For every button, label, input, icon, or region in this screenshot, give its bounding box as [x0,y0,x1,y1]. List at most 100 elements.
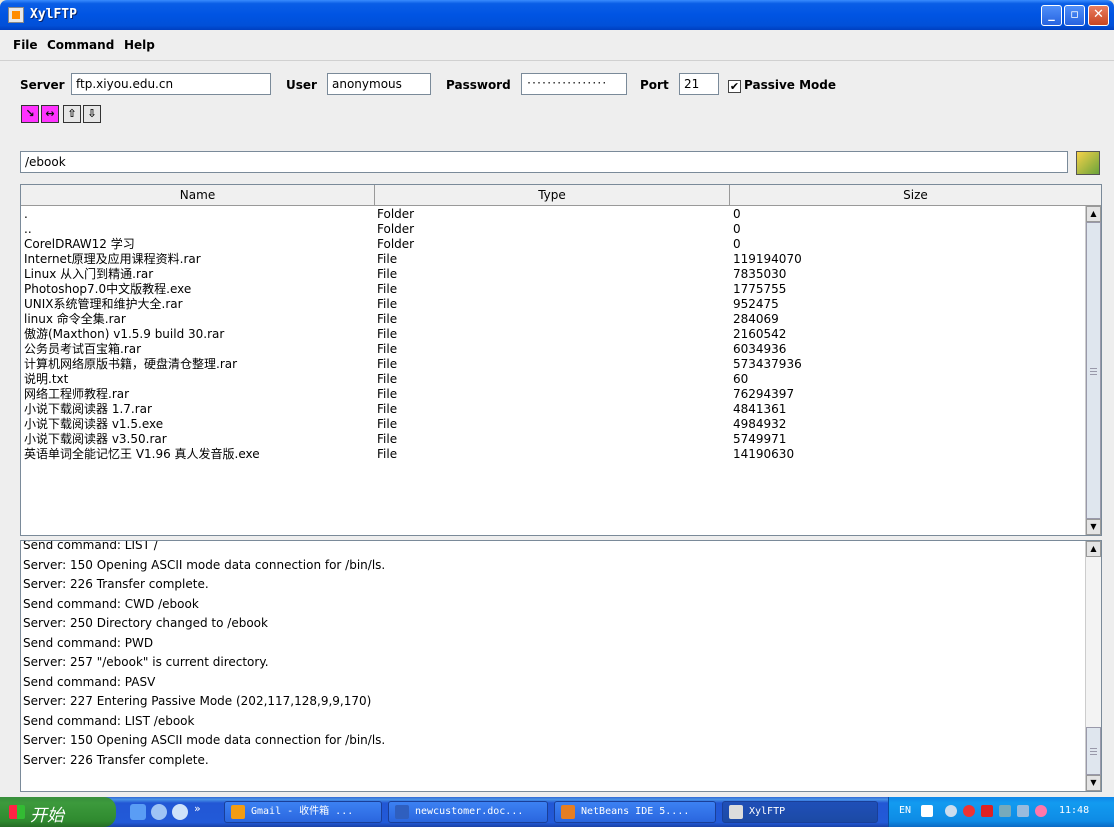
cell-size: 14190630 [733,447,795,461]
maximize-button[interactable]: ▫ [1064,5,1085,26]
table-row[interactable]: Internet原理及应用课程资料.rar File 119194070 [21,252,1083,267]
download-icon[interactable]: ⇩ [83,105,101,123]
quicklaunch-overflow-icon[interactable]: » [194,802,201,815]
connect-icon[interactable]: ↘ [21,105,39,123]
cell-type: File [377,252,398,266]
port-field[interactable]: 21 [679,73,719,95]
upload-icon[interactable]: ⇧ [63,105,81,123]
scroll-up-icon[interactable]: ▲ [1086,206,1101,222]
window-title: XylFTP [30,7,77,22]
cell-type: File [377,297,398,311]
server-field[interactable]: ftp.xiyou.edu.cn [71,73,271,95]
taskbar-button-label: NetBeans IDE 5.... [581,806,690,817]
column-type[interactable]: Type [375,185,730,205]
table-row[interactable]: Photoshop7.0中文版教程.exe File 1775755 [21,282,1083,297]
column-name[interactable]: Name [21,185,375,205]
cell-name: 小说下载阅读器 v1.5.exe [24,417,164,431]
log-line: Server: 150 Opening ASCII mode data conn… [23,733,386,747]
column-size[interactable]: Size [730,185,1101,205]
log-line: Server: 226 Transfer complete. [23,577,209,591]
quicklaunch-ie-icon[interactable] [151,804,167,820]
cell-name: UNIX系统管理和维护大全.rar [24,297,183,311]
table-row[interactable]: 说明.txt File 60 [21,372,1083,387]
java-app-icon [8,7,24,23]
cell-size: 5749971 [733,432,787,446]
table-row[interactable]: CorelDRAW12 学习 Folder 0 [21,237,1083,252]
table-row[interactable]: 公务员考试百宝箱.rar File 6034936 [21,342,1083,357]
cell-name: 计算机网络原版书籍，硬盘清仓整理.rar [24,357,238,371]
table-scrollbar[interactable]: ▲ ▼ [1085,206,1101,535]
table-row[interactable]: 网络工程师教程.rar File 76294397 [21,387,1083,402]
log-line: Send command: PASV [23,674,156,689]
cell-size: 6034936 [733,342,787,356]
language-indicator[interactable]: EN [899,805,911,816]
table-row[interactable]: 小说下载阅读器 v1.5.exe File 4984932 [21,417,1083,432]
cell-size: 0 [733,237,741,251]
monitor-tray-icon[interactable] [999,805,1011,817]
table-row[interactable]: 小说下载阅读器 v3.50.rar File 5749971 [21,432,1083,447]
main-panel: Server ftp.xiyou.edu.cn User anonymous P… [0,61,1114,797]
server-label: Server [20,78,65,92]
start-button[interactable]: 开始 [0,797,116,827]
table-row[interactable]: . Folder 0 [21,207,1083,222]
cell-size: 2160542 [733,327,787,341]
log-line: Send command: LIST /ebook [23,713,195,728]
antivirus-tray-icon[interactable] [963,805,975,817]
table-row[interactable]: 计算机网络原版书籍，硬盘清仓整理.rar File 573437936 [21,357,1083,372]
netbeans-icon [561,805,575,819]
password-field[interactable]: ················ [521,73,627,95]
user-field[interactable]: anonymous [327,73,431,95]
quicklaunch-browser-icon[interactable] [172,804,188,820]
log-line: Server: 226 Transfer complete. [23,752,209,767]
cell-type: File [377,357,398,371]
minimize-button[interactable]: _ [1041,5,1062,26]
log-scroll-down-icon[interactable]: ▼ [1086,775,1101,791]
taskbar-button-label: XylFTP [749,806,786,817]
disconnect-icon[interactable]: ↔ [41,105,59,123]
cell-name: 英语单词全能记忆王 V1.96 真人发音版.exe [24,447,260,461]
path-field[interactable]: /ebook [20,151,1068,173]
table-row[interactable]: linux 命令全集.rar File 284069 [21,312,1083,327]
table-row[interactable]: Linux 从入门到精通.rar File 7835030 [21,267,1083,282]
cell-type: File [377,327,398,341]
messenger-tray-icon[interactable] [1035,805,1047,817]
display-tray-icon[interactable] [1017,805,1029,817]
table-row[interactable]: .. Folder 0 [21,222,1083,237]
log-line: Server: 250 Directory changed to /ebook [23,616,268,630]
cell-name: 公务员考试百宝箱.rar [24,342,142,356]
taskbar-button[interactable]: Gmail - 收件箱 ... [224,801,382,823]
menu-help[interactable]: Help [124,38,155,52]
scroll-down-icon[interactable]: ▼ [1086,519,1101,535]
app-tray-icon[interactable] [981,805,993,817]
log-scrollbar[interactable]: ▲ ▼ [1085,541,1101,791]
scroll-thumb[interactable] [1086,222,1101,519]
table-row[interactable]: 傲游(Maxthon) v1.5.9 build 30.rar File 21605… [21,327,1083,342]
cell-type: File [377,417,398,431]
log-line: Server: 257 "/ebook" is current director… [23,655,269,669]
cell-size: 573437936 [733,357,802,371]
table-row[interactable]: 英语单词全能记忆王 V1.96 真人发音版.exe File 14190630 [21,447,1083,462]
taskbar-button[interactable]: XylFTP [722,801,878,823]
log-scroll-up-icon[interactable]: ▲ [1086,541,1101,557]
taskbar-button[interactable]: newcustomer.doc... [388,801,548,823]
cell-size: 0 [733,222,741,236]
close-button[interactable]: ✕ [1088,5,1109,26]
menu-command[interactable]: Command [47,38,114,52]
taskbar-button-label: newcustomer.doc... [415,806,524,817]
quicklaunch-download-icon[interactable] [130,804,146,820]
menu-file[interactable]: File [13,38,38,52]
passive-mode-checkbox[interactable]: ✔ [728,80,741,93]
log-line: Send command: CWD /ebook [23,596,199,611]
title-bar[interactable]: XylFTP _ ▫ ✕ [0,0,1114,30]
taskbar-button[interactable]: NetBeans IDE 5.... [554,801,716,823]
cell-type: File [377,372,398,386]
network-tray-icon[interactable] [945,805,957,817]
log-scroll-thumb[interactable] [1086,727,1101,775]
cell-name: Linux 从入门到精通.rar [24,267,154,281]
cell-name: 说明.txt [24,372,69,386]
table-row[interactable]: 小说下载阅读器 1.7.rar File 4841361 [21,402,1083,417]
table-row[interactable]: UNIX系统管理和维护大全.rar File 952475 [21,297,1083,312]
go-folder-icon[interactable] [1076,151,1100,175]
help-tray-icon[interactable] [921,805,933,817]
cell-name: 网络工程师教程.rar [24,387,130,401]
